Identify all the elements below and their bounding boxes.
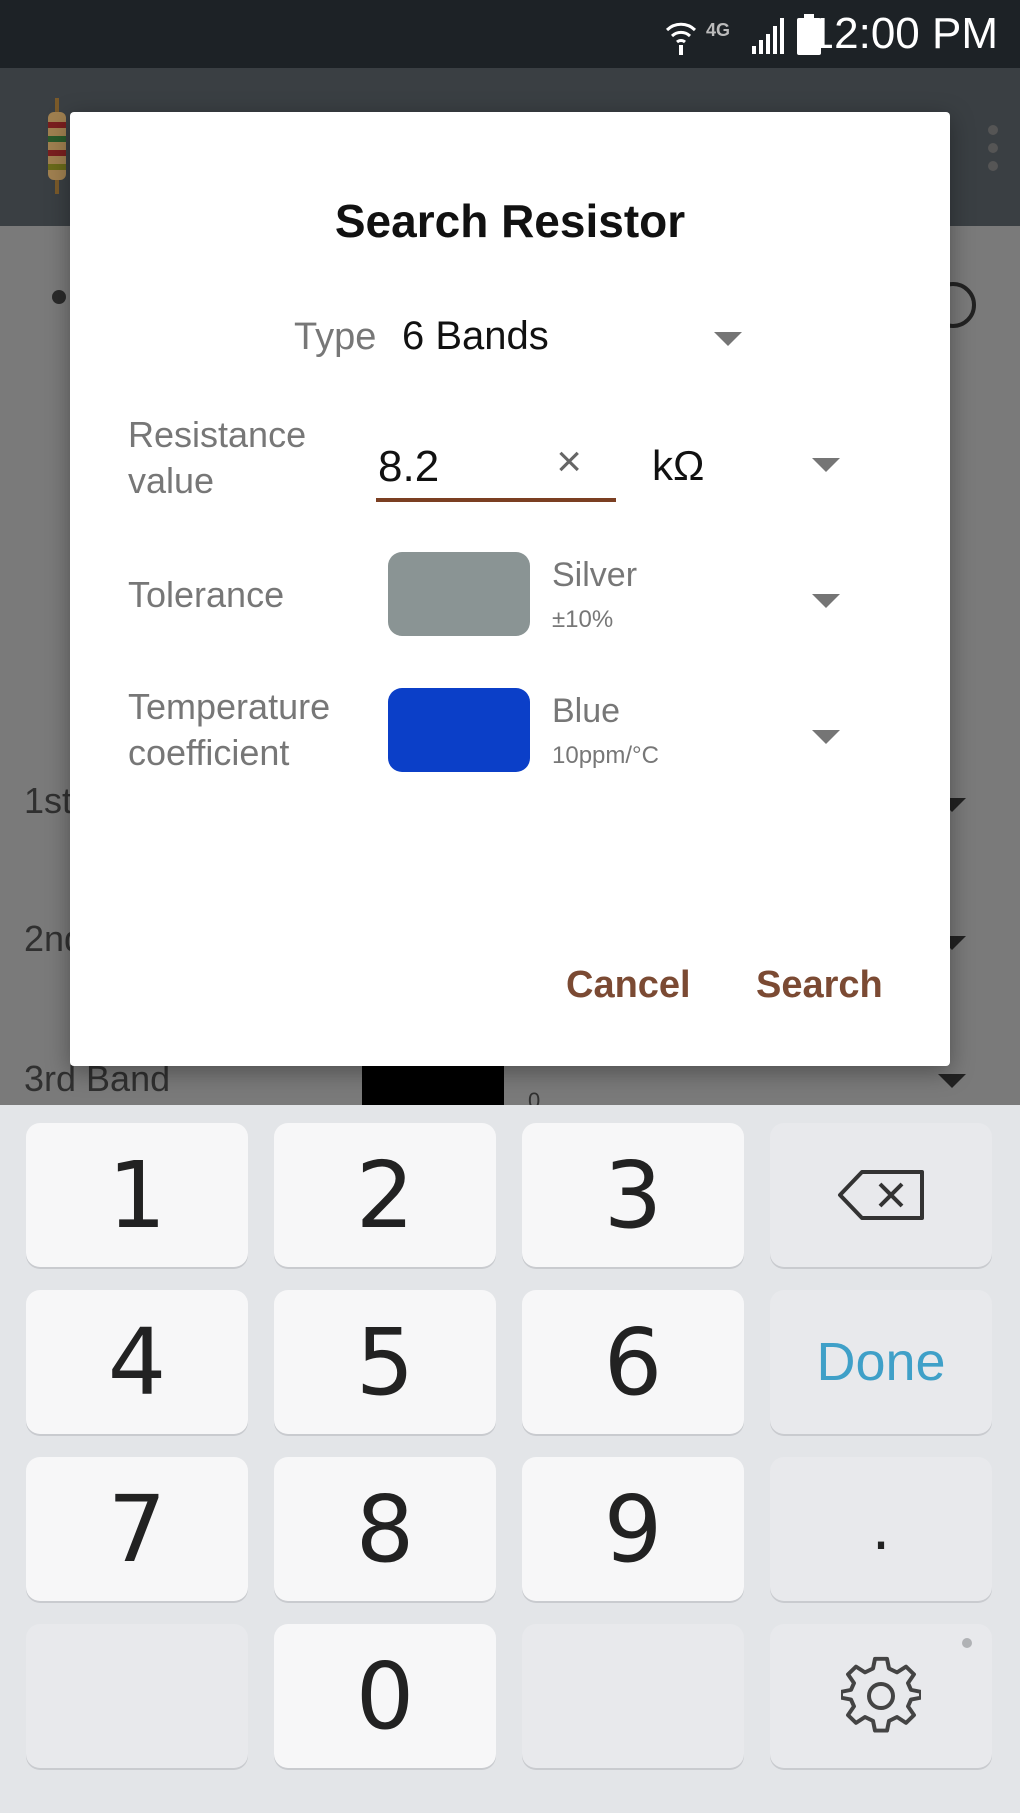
key-8[interactable]: 8: [274, 1457, 496, 1601]
search-resistor-dialog: Search Resistor Type 6 Bands Resistance …: [70, 112, 950, 1066]
settings-key[interactable]: [770, 1624, 992, 1768]
clear-icon[interactable]: ×: [556, 440, 582, 484]
signal-icon: [752, 18, 784, 54]
key-7[interactable]: 7: [26, 1457, 248, 1601]
resistor-logo-icon: [48, 98, 66, 194]
resistor-lead-icon: [52, 290, 66, 304]
key-decimal[interactable]: .: [770, 1457, 992, 1601]
key-blank-right: [522, 1624, 744, 1768]
search-button[interactable]: Search: [756, 964, 883, 1007]
type-label: Type: [294, 316, 377, 358]
status-icons: 4G: [664, 14, 822, 56]
temp-color-swatch[interactable]: [388, 688, 530, 772]
key-0[interactable]: 0: [274, 1624, 496, 1768]
numeric-keyboard: 1 2 3 4 5 6 Done 7 8 9 . 0: [0, 1105, 1020, 1813]
backspace-key[interactable]: [770, 1123, 992, 1267]
svg-text:4G: 4G: [706, 20, 730, 40]
backspace-icon: [838, 1170, 924, 1220]
done-key[interactable]: Done: [770, 1290, 992, 1434]
resistance-input[interactable]: 8.2 ×: [376, 418, 616, 502]
key-6[interactable]: 6: [522, 1290, 744, 1434]
band-label-1st: 1st: [24, 780, 73, 821]
key-9[interactable]: 9: [522, 1457, 744, 1601]
wifi-icon: [665, 22, 697, 55]
key-blank-left: [26, 1624, 248, 1768]
band-swatch-3rd[interactable]: [362, 1065, 504, 1105]
tolerance-color-swatch[interactable]: [388, 552, 530, 636]
key-1[interactable]: 1: [26, 1123, 248, 1267]
temp-color-name: Blue: [552, 692, 621, 730]
unit-dropdown-icon[interactable]: [812, 458, 840, 472]
resistance-value: 8.2: [378, 442, 440, 491]
overflow-menu-icon[interactable]: [986, 124, 1000, 172]
tolerance-color-name: Silver: [552, 556, 638, 594]
temp-coefficient-value: 10ppm/°C: [552, 742, 659, 769]
tolerance-value: ±10%: [552, 606, 614, 633]
key-4[interactable]: 4: [26, 1290, 248, 1434]
key-2[interactable]: 2: [274, 1123, 496, 1267]
unit-value: kΩ: [652, 442, 705, 489]
type-dropdown-icon[interactable]: [714, 332, 742, 346]
tolerance-label: Tolerance: [128, 574, 285, 615]
4g-icon: 4G: [706, 20, 730, 40]
key-5[interactable]: 5: [274, 1290, 496, 1434]
type-selector[interactable]: Type 6 Bands: [294, 306, 754, 366]
settings-indicator-dot: [962, 1638, 972, 1648]
dialog-title: Search Resistor: [334, 195, 686, 247]
temp-coefficient-label: Temperature coefficient: [128, 686, 331, 773]
status-bar: 4G 12:00 PM: [0, 0, 1020, 68]
tolerance-dropdown-icon[interactable]: [812, 594, 840, 608]
status-time: 12:00 PM: [809, 9, 998, 58]
resistance-label: Resistance value: [128, 414, 307, 501]
cancel-button[interactable]: Cancel: [566, 964, 691, 1007]
temp-dropdown-icon[interactable]: [812, 730, 840, 744]
band-dropdown-3rd-icon[interactable]: [938, 1074, 966, 1088]
key-3[interactable]: 3: [522, 1123, 744, 1267]
type-value: 6 Bands: [402, 314, 549, 358]
gear-icon: [841, 1656, 921, 1733]
